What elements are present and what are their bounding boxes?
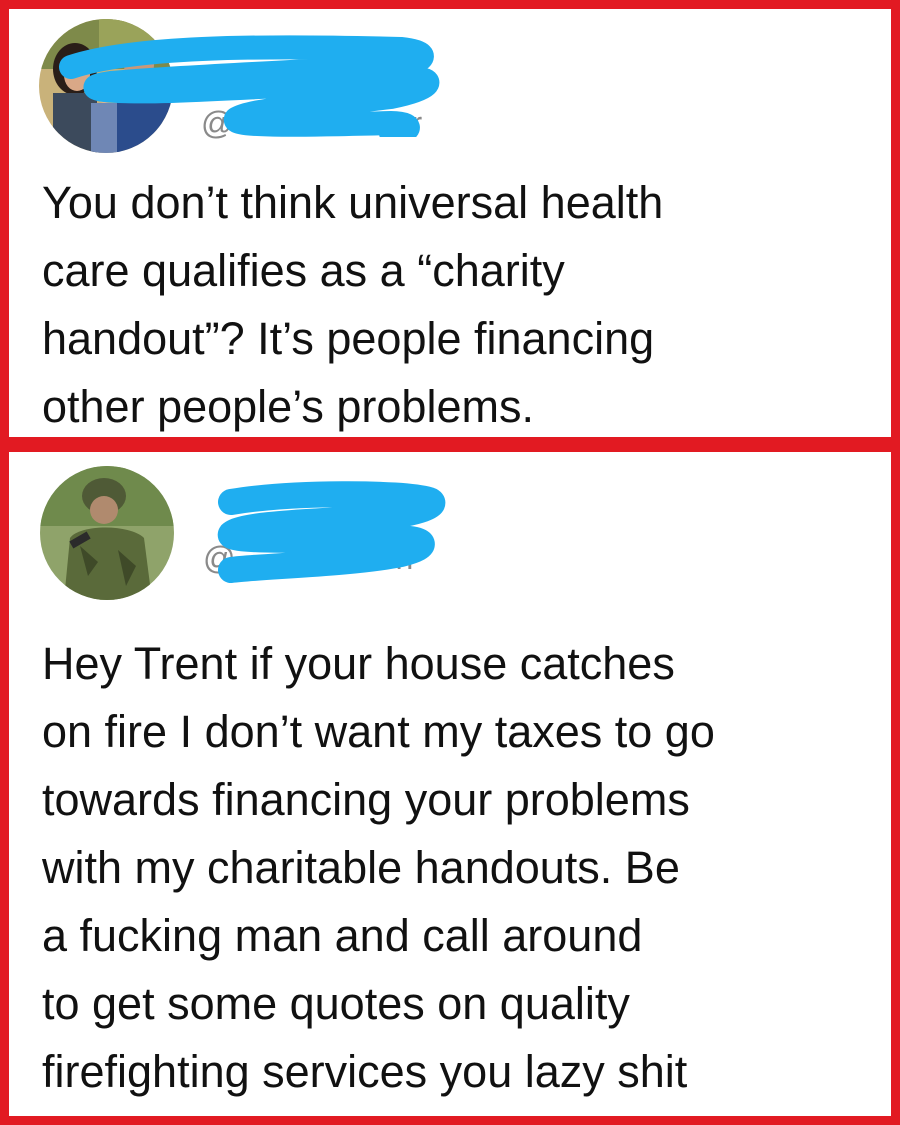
redaction-scribble-icon — [217, 481, 446, 583]
redaction-scribble-icon — [59, 35, 440, 137]
tweet-text: Hey Trent if your house catches on fire … — [42, 638, 715, 1097]
avatar-soldier-photo-icon — [40, 466, 174, 600]
tweet-card-2: @ n Hey Trent if your house catches on fi… — [0, 446, 900, 1125]
tweet-card-1: @ r You don’t think universal health care… — [0, 0, 900, 446]
tweet-text: You don’t think universal health care qu… — [42, 177, 664, 432]
avatar[interactable] — [40, 466, 174, 600]
